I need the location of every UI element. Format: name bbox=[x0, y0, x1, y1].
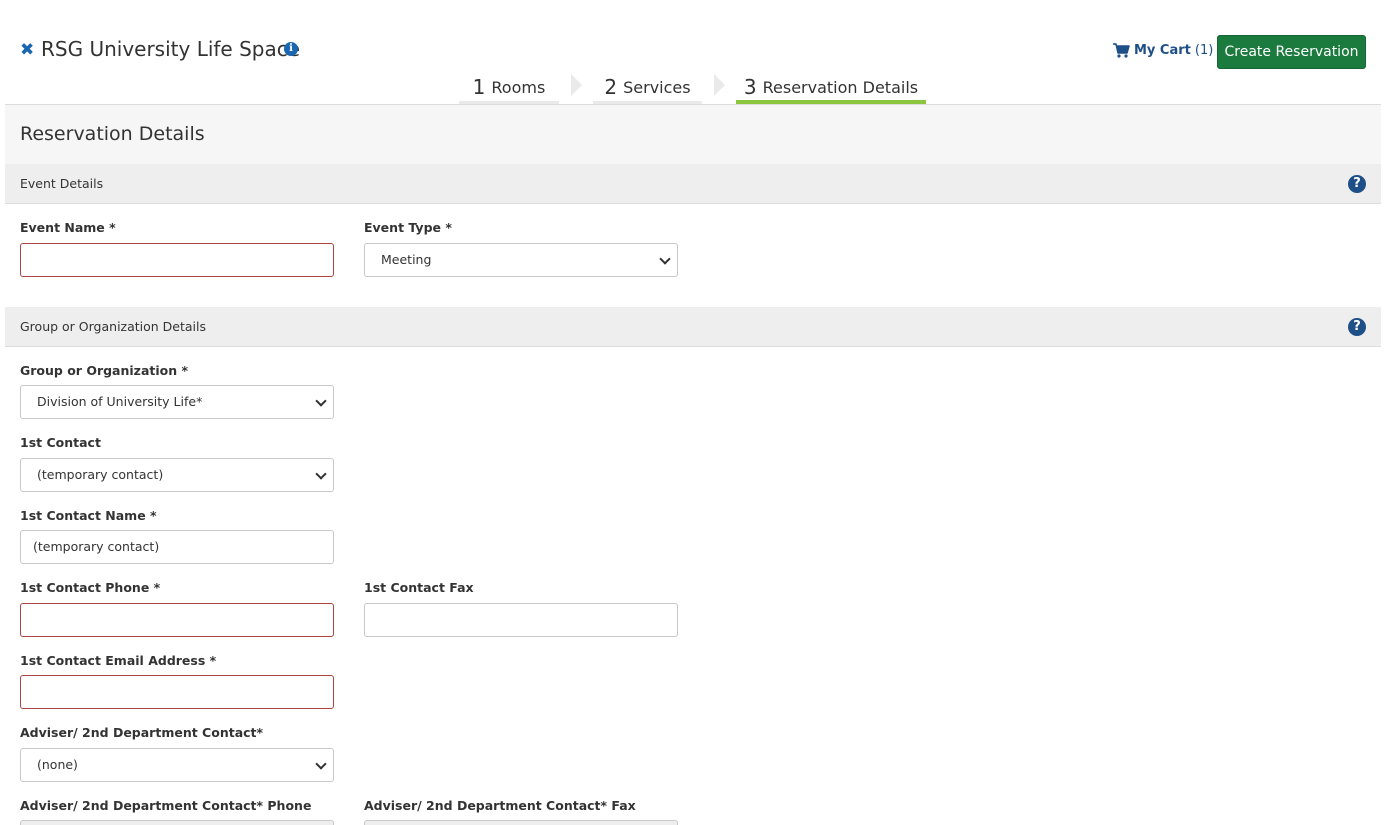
adviser-value: (none) bbox=[37, 757, 78, 772]
step-chevron-icon bbox=[714, 74, 725, 96]
step-label: Services bbox=[623, 78, 691, 97]
cart-count: (1) bbox=[1194, 42, 1214, 58]
contact1-fax-label: 1st Contact Fax bbox=[364, 580, 474, 595]
contact1-value: (temporary contact) bbox=[37, 467, 164, 482]
contact1-email-label: 1st Contact Email Address * bbox=[20, 653, 217, 668]
step-label: Rooms bbox=[491, 78, 546, 97]
info-icon[interactable]: i bbox=[284, 42, 298, 56]
event-name-label: Event Name * bbox=[20, 220, 116, 235]
page-header: Reservation Details bbox=[5, 105, 1381, 165]
page-title: Reservation Details bbox=[20, 123, 205, 145]
group-org-label: Group or Organization * bbox=[20, 363, 189, 378]
help-icon[interactable]: ? bbox=[1348, 175, 1366, 193]
adviser-fax-label: Adviser/ 2nd Department Contact* Fax bbox=[364, 798, 636, 813]
contact1-select[interactable]: (temporary contact) bbox=[20, 458, 334, 492]
step-label: Reservation Details bbox=[762, 78, 919, 97]
section-group-details: Group or Organization Details ? bbox=[5, 307, 1381, 347]
step-number: 3 bbox=[743, 75, 757, 99]
my-cart-link[interactable]: My Cart (1) bbox=[1113, 40, 1213, 60]
step-rooms[interactable]: 1 Rooms bbox=[459, 70, 559, 104]
chevron-down-icon bbox=[315, 395, 327, 407]
close-icon[interactable]: ✖ bbox=[20, 40, 34, 60]
help-icon[interactable]: ? bbox=[1348, 318, 1366, 336]
section-event-details: Event Details ? bbox=[5, 164, 1381, 204]
contact1-label: 1st Contact bbox=[20, 435, 101, 450]
adviser-select[interactable]: (none) bbox=[20, 748, 334, 782]
step-chevron-icon bbox=[571, 74, 582, 96]
chevron-down-icon bbox=[659, 253, 671, 265]
header: ✖ RSG University Life Space i My Cart (1… bbox=[0, 0, 1384, 105]
group-org-value: Division of University Life* bbox=[37, 394, 203, 409]
cart-icon bbox=[1113, 42, 1130, 58]
app-title: RSG University Life Space bbox=[41, 37, 301, 61]
cart-label: My Cart bbox=[1134, 42, 1191, 58]
adviser-phone-label: Adviser/ 2nd Department Contact* Phone bbox=[20, 798, 312, 813]
step-services[interactable]: 2 Services bbox=[593, 70, 702, 104]
section-title: Group or Organization Details bbox=[20, 319, 207, 334]
event-type-label: Event Type * bbox=[364, 220, 452, 235]
group-org-select[interactable]: Division of University Life* bbox=[20, 385, 334, 419]
chevron-down-icon bbox=[315, 468, 327, 480]
step-number: 2 bbox=[604, 75, 618, 99]
chevron-down-icon bbox=[315, 758, 327, 770]
contact1-email-input[interactable] bbox=[20, 675, 334, 709]
adviser-fax-input[interactable] bbox=[364, 820, 678, 825]
contact1-phone-label: 1st Contact Phone * bbox=[20, 580, 161, 595]
contact1-name-input[interactable]: (temporary contact) bbox=[20, 530, 334, 564]
event-type-select[interactable]: Meeting bbox=[364, 243, 678, 277]
contact1-phone-input[interactable] bbox=[20, 603, 334, 637]
contact1-fax-input[interactable] bbox=[364, 603, 678, 637]
event-type-value: Meeting bbox=[381, 252, 432, 267]
adviser-label: Adviser/ 2nd Department Contact* bbox=[20, 725, 264, 740]
step-reservation-details[interactable]: 3 Reservation Details bbox=[736, 70, 926, 104]
section-title: Event Details bbox=[20, 176, 104, 191]
event-name-input[interactable] bbox=[20, 243, 334, 277]
contact1-name-label: 1st Contact Name * bbox=[20, 508, 157, 523]
create-reservation-button[interactable]: Create Reservation bbox=[1217, 35, 1366, 69]
wizard-steps: 1 Rooms 2 Services 3 Reservation Details bbox=[0, 70, 1384, 105]
adviser-phone-input[interactable] bbox=[20, 820, 334, 825]
step-number: 1 bbox=[472, 75, 486, 99]
